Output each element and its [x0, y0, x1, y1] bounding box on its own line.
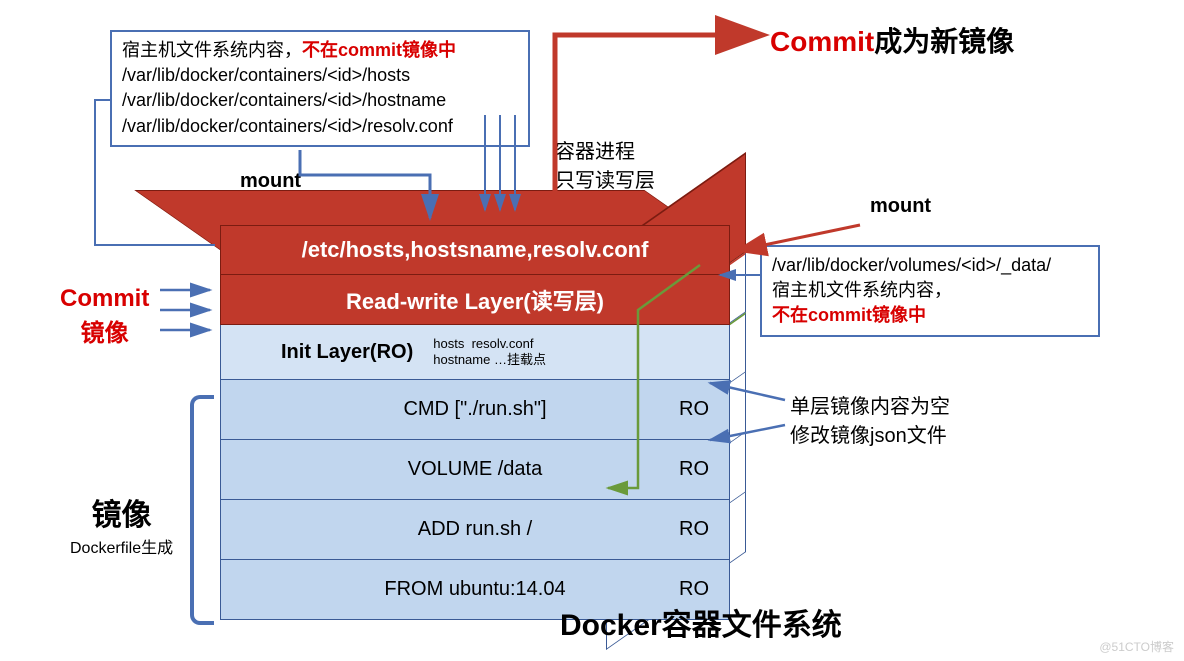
arrows-svg — [0, 0, 1184, 661]
